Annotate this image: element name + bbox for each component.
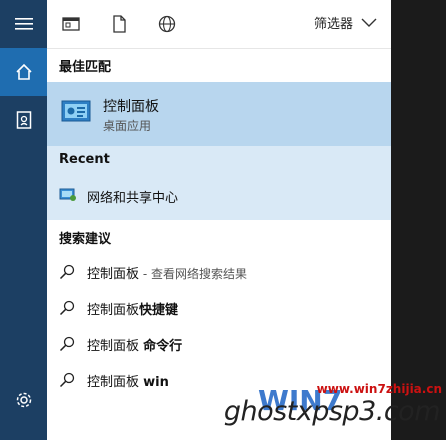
apps-filter-icon[interactable] — [61, 14, 81, 34]
home-button[interactable] — [0, 48, 47, 96]
hamburger-icon — [14, 18, 33, 30]
search-results-panel: 筛选器 最佳匹配 控制面板 桌面应用 Recent 网络和共享中心 搜索建议 控… — [47, 0, 391, 440]
web-filter-icon[interactable] — [157, 14, 177, 34]
settings-button[interactable] — [0, 376, 47, 424]
suggestion-text: 控制面板快捷键 — [87, 303, 179, 318]
notebook-icon — [16, 111, 31, 129]
documents-filter-icon[interactable] — [109, 14, 129, 34]
suggestion-text: 控制面板 命令行 — [87, 339, 183, 354]
control-panel-icon — [61, 100, 91, 122]
best-match-subtitle: 桌面应用 — [103, 119, 152, 133]
suggestion-text: 控制面板 win — [87, 375, 169, 390]
search-icon — [59, 264, 75, 280]
suggestion-item[interactable]: 控制面板快捷键 — [47, 290, 391, 326]
search-icon — [59, 300, 75, 316]
suggestion-text: 控制面板 - 查看网络搜索结果 — [87, 267, 247, 282]
filter-toolbar: 筛选器 — [47, 0, 391, 49]
notebook-button[interactable] — [0, 96, 47, 144]
watermark-brand: ghostxpsp3.com — [223, 396, 441, 427]
desktop-background — [391, 0, 446, 440]
suggestions-header: 搜索建议 — [59, 232, 112, 247]
menu-button[interactable] — [0, 0, 47, 48]
chevron-down-icon — [361, 18, 377, 27]
best-match-title: 控制面板 — [103, 99, 159, 115]
filter-label: 筛选器 — [313, 17, 353, 32]
recent-item-label: 网络和共享中心 — [87, 191, 179, 206]
watermark-url: www.win7zhijia.cn — [316, 382, 442, 396]
search-icon — [59, 336, 75, 352]
suggestion-item[interactable]: 控制面板 - 查看网络搜索结果 — [47, 254, 391, 290]
home-icon — [15, 63, 32, 80]
left-rail — [0, 0, 47, 440]
filter-dropdown[interactable]: 筛选器 — [314, 13, 377, 32]
recent-header: Recent — [59, 152, 110, 167]
best-match-header: 最佳匹配 — [59, 60, 112, 75]
search-icon — [59, 372, 75, 388]
recent-section: Recent 网络和共享中心 — [47, 146, 391, 220]
suggestion-item[interactable]: 控制面板 命令行 — [47, 326, 391, 362]
network-center-icon — [59, 188, 76, 201]
gear-icon — [16, 392, 31, 408]
best-match-item[interactable]: 控制面板 桌面应用 — [47, 82, 391, 146]
recent-item[interactable]: 网络和共享中心 — [47, 182, 391, 210]
